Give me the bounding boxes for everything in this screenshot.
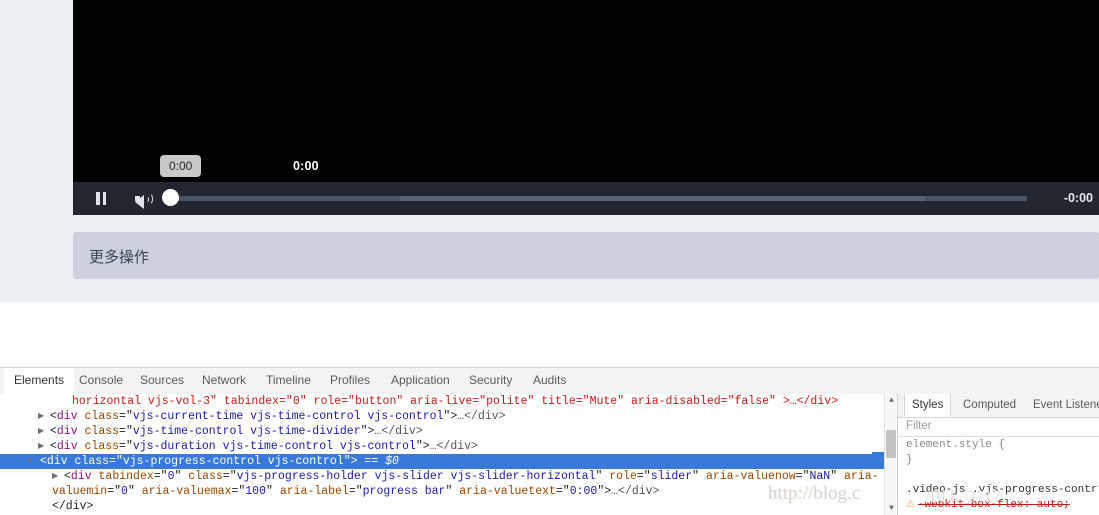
attr-name: role — [609, 470, 637, 483]
warning-icon: ⚠ — [906, 500, 915, 511]
tag-name: div — [46, 455, 68, 468]
table-row[interactable]: ▶ <div class="vjs-duration vjs-time-contr… — [0, 439, 896, 454]
attr-value: vjs-progress-control vjs-control — [122, 455, 344, 468]
tab-network[interactable]: Network — [192, 368, 256, 393]
scroll-up-arrow-icon[interactable]: ▲ — [885, 394, 896, 407]
attr-name: class — [84, 440, 120, 453]
selection-marker: == $0 — [364, 455, 399, 468]
tag-name: div — [56, 425, 78, 438]
table-row[interactable]: ▶ <div class="vjs-current-time vjs-time-c… — [0, 409, 896, 424]
expand-arrow-icon[interactable]: ▶ — [38, 409, 48, 424]
rule-element-style-close: } — [906, 454, 913, 466]
tab-timeline[interactable]: Timeline — [256, 368, 321, 393]
attr-name: class — [188, 470, 223, 483]
row-tail: …</div> — [611, 485, 660, 498]
attr-name: aria-valuenow — [705, 470, 796, 483]
tab-security[interactable]: Security — [459, 368, 522, 393]
rule-element-style[interactable]: element.style { — [898, 438, 1099, 453]
attr-value: vjs-current-time vjs-time-control vjs-co… — [132, 410, 444, 423]
selected-tree-row[interactable]: ▼ <div class="vjs-progress-control vjs-co… — [0, 454, 896, 469]
tab-styles[interactable]: Styles — [904, 394, 952, 417]
progress-holder-slider[interactable] — [162, 189, 1027, 206]
browser-page-viewport: 0:00 0:00 -0:00 更多操作 — [0, 0, 1099, 367]
page-footer: Copyright © 2012-2017 www.easydarwin.org… — [0, 302, 1099, 367]
progress-time-tooltip: 0:00 — [160, 155, 202, 177]
attr-name: aria-valuemax — [141, 485, 232, 498]
more-operations-title: 更多操作 — [89, 248, 150, 266]
declaration-text: -webkit-box-flex: auto; — [917, 499, 1070, 511]
mute-button[interactable] — [123, 182, 165, 215]
tag-name: div — [56, 440, 78, 453]
attr-value: 0:00 — [569, 485, 598, 498]
attr-value: progress bar — [362, 485, 446, 498]
attr-name: aria-label — [279, 485, 349, 498]
tab-audits[interactable]: Audits — [523, 368, 576, 393]
progress-control[interactable] — [162, 182, 1027, 215]
attr-name: class — [84, 410, 120, 423]
more-operations-panel: 更多操作 — [73, 232, 1099, 279]
collapse-arrow-icon[interactable]: ▼ — [28, 454, 38, 469]
tab-profiles[interactable]: Profiles — [320, 368, 380, 393]
attr-value: vjs-duration vjs-time-control vjs-contro… — [132, 440, 416, 453]
attr-value: vjs-progress-holder vjs-slider vjs-slide… — [236, 470, 596, 483]
video-control-bar: -0:00 — [73, 182, 1099, 215]
video-player[interactable]: 0:00 0:00 -0:00 — [73, 0, 1099, 215]
styles-rules-list: element.style { } .video-js .vjs-progres… — [898, 438, 1099, 515]
styles-pane: Styles Computed Event Listeners Filter e… — [897, 394, 1099, 515]
tab-console[interactable]: Console — [69, 368, 133, 393]
expand-arrow-icon[interactable]: ▶ — [38, 424, 48, 439]
attr-value: 0 — [121, 485, 128, 498]
tab-computed[interactable]: Computed — [956, 394, 1023, 416]
attr-name: tabindex — [98, 470, 154, 483]
table-row[interactable]: ▶ <div tabindex="0" class="vjs-progress-h… — [0, 469, 896, 499]
tab-application[interactable]: Application — [381, 368, 460, 393]
scrollbar-thumb[interactable] — [886, 430, 896, 458]
row-tail: …</div> — [429, 440, 478, 453]
devtools-panel: Elements Console Sources Network Timelin… — [0, 367, 1099, 515]
elements-tree-pane[interactable]: horizontal vjs-vol-3" tabindex="0" role=… — [0, 394, 896, 515]
volume-speaker-icon — [135, 192, 153, 209]
devtools-body: horizontal vjs-vol-3" tabindex="0" role=… — [0, 394, 1099, 515]
tree-row-partial-top: horizontal vjs-vol-3" tabindex="0" role=… — [72, 395, 839, 408]
styles-filter-input[interactable]: Filter — [898, 417, 1099, 437]
attr-value: 100 — [245, 485, 266, 498]
attr-value: slider — [650, 470, 693, 483]
row-tail: …</div> — [374, 425, 423, 438]
pause-icon — [96, 192, 107, 205]
expand-arrow-icon[interactable]: ▶ — [38, 439, 48, 454]
pause-button[interactable] — [80, 182, 122, 215]
devtools-tabbar: Elements Console Sources Network Timelin… — [0, 368, 1099, 395]
rule-selector-video-js[interactable]: .video-js .vjs-progress-contr — [898, 483, 1099, 498]
attr-name: class — [74, 455, 110, 468]
closing-tag-row: </div> — [52, 500, 94, 513]
progress-slider-handle[interactable] — [162, 189, 179, 206]
tab-event-listeners[interactable]: Event Listeners — [1026, 394, 1099, 416]
expand-arrow-icon[interactable]: ▶ — [52, 469, 62, 484]
attr-name: class — [84, 425, 120, 438]
tag-name: div — [70, 470, 92, 483]
video-stage[interactable] — [73, 0, 1099, 182]
styles-tabbar: Styles Computed Event Listeners — [898, 394, 1099, 418]
tag-name: div — [56, 410, 78, 423]
row-tail: …</div> — [457, 410, 506, 423]
video-current-time-overlay: 0:00 — [293, 159, 319, 173]
scroll-down-arrow-icon[interactable]: ▼ — [885, 502, 896, 515]
table-row[interactable]: ▶ <div class="vjs-time-control vjs-time-d… — [0, 424, 896, 439]
remaining-time-display: -0:00 — [1063, 191, 1093, 205]
scroll-position-marker — [872, 452, 884, 461]
rule-declaration-webkit-box-flex[interactable]: ⚠ -webkit-box-flex: auto; — [898, 498, 1099, 513]
elements-tree-scrollbar[interactable]: ▲ ▼ — [884, 394, 896, 515]
progress-loaded-segment — [400, 195, 925, 201]
styles-filter-placeholder: Filter — [906, 420, 932, 432]
attr-name: aria-valuetext — [459, 485, 556, 498]
tab-elements[interactable]: Elements — [4, 368, 75, 394]
attr-value: vjs-time-control vjs-time-divider — [132, 425, 361, 438]
tab-sources[interactable]: Sources — [130, 368, 194, 393]
attr-value: NaN — [809, 470, 831, 483]
